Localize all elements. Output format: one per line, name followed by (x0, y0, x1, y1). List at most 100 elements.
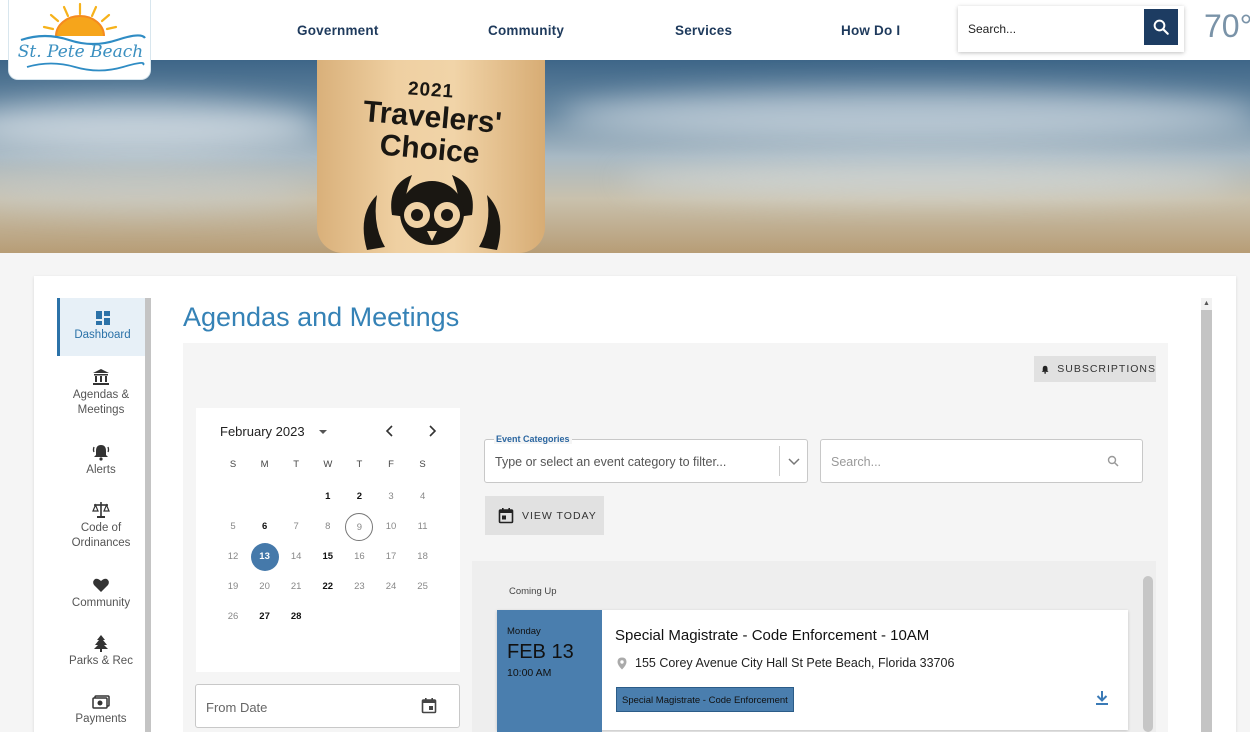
event-category-field (484, 439, 808, 483)
calendar-today-icon (498, 508, 514, 524)
weather-temperature: 70° (1204, 8, 1250, 44)
events-section-label: Coming Up (509, 586, 557, 597)
download-icon[interactable] (1094, 690, 1110, 706)
sidebar-item-dashboard[interactable]: Dashboard (57, 298, 145, 356)
calendar-day[interactable]: 28 (282, 603, 310, 631)
sun-logo-icon (20, 2, 146, 72)
calendar-day[interactable]: 16 (345, 543, 373, 571)
scroll-up-arrow-icon[interactable]: ▲ (1201, 298, 1212, 310)
site-search (958, 6, 1184, 52)
event-search-input[interactable] (831, 451, 1091, 473)
sidebar-item-payments[interactable]: Payments (57, 694, 145, 727)
calendar-day[interactable]: 21 (282, 573, 310, 601)
chevron-left-icon (385, 425, 393, 437)
sidebar-item-code-of-ordinances[interactable]: Code of Ordinances (57, 501, 145, 551)
calendar-day[interactable]: 12 (219, 543, 247, 571)
calendar-weekday: T (356, 459, 363, 470)
calendar-day[interactable]: 22 (314, 573, 342, 601)
calendar-weekday: W (323, 459, 333, 470)
calendar-day[interactable]: 11 (409, 513, 437, 541)
calendar-day[interactable]: 27 (251, 603, 279, 631)
event-date-block: Monday FEB 13 10:00 AM (497, 610, 602, 732)
calendar-day[interactable]: 25 (409, 573, 437, 601)
nav-government[interactable]: Government (297, 0, 379, 60)
calendar-day[interactable]: 7 (282, 513, 310, 541)
calendar-day[interactable]: 14 (282, 543, 310, 571)
calendar-day[interactable]: 24 (377, 573, 405, 601)
map-pin-icon (617, 657, 627, 669)
travelers-choice-paddle: 2021 Travelers' Choice (317, 60, 545, 253)
event-category-tag[interactable]: Special Magistrate - Code Enforcement (616, 687, 794, 712)
event-title[interactable]: Special Magistrate - Code Enforcement - … (615, 627, 929, 644)
calendar-day[interactable]: 5 (219, 513, 247, 541)
hero-wave (0, 100, 320, 150)
calendar-day[interactable]: 17 (377, 543, 405, 571)
view-today-button[interactable]: VIEW TODAY (485, 496, 604, 535)
calendar-day[interactable]: 4 (409, 483, 437, 511)
tree-icon (94, 635, 108, 652)
hero-wave (560, 90, 1250, 140)
calendar-day[interactable]: 1 (314, 483, 342, 511)
bell-alert-icon (92, 445, 110, 461)
calendar-day[interactable]: 3 (377, 483, 405, 511)
events-scrollbar[interactable] (1143, 576, 1153, 732)
calendar-day[interactable]: 20 (251, 573, 279, 601)
chevron-right-icon (429, 425, 437, 437)
calendar-day[interactable]: 10 (377, 513, 405, 541)
calendar-next-button[interactable] (427, 424, 437, 442)
sidebar-item-agendas-meetings[interactable]: Agendas & Meetings (57, 368, 145, 418)
calendar-icon[interactable] (421, 697, 437, 714)
event-category-input[interactable] (495, 451, 775, 473)
calendar-prev-button[interactable] (385, 424, 395, 442)
calendar-day[interactable]: 13 (250, 543, 279, 571)
site-search-input[interactable] (968, 18, 1138, 40)
event-category-label: Event Categories (494, 434, 572, 444)
event-month-day: FEB 13 (507, 641, 574, 663)
event-location-text: 155 Corey Avenue City Hall St Pete Beach… (635, 656, 955, 670)
calendar-day[interactable]: 19 (219, 573, 247, 601)
calendar-weekday: M (260, 459, 269, 470)
hero-banner: 2021 Travelers' Choice (0, 60, 1250, 253)
nav-how-do-i[interactable]: How Do I (841, 0, 900, 60)
event-location: 155 Corey Avenue City Hall St Pete Beach… (617, 656, 954, 670)
field-divider (779, 446, 780, 476)
page-scrollbar[interactable] (1201, 300, 1212, 732)
sidebar-item-community[interactable]: Community (57, 576, 145, 611)
hero-wave (0, 170, 310, 210)
sidebar-item-alerts[interactable]: Alerts (57, 443, 145, 478)
site-search-button[interactable] (1144, 9, 1178, 45)
bell-icon (1041, 365, 1049, 374)
calendar-weekday: T (293, 459, 300, 470)
bank-icon (93, 369, 109, 385)
calendar-day[interactable]: 15 (314, 543, 342, 571)
subscriptions-button[interactable]: SUBSCRIPTIONS (1034, 356, 1156, 382)
event-time: 10:00 AM (507, 667, 552, 679)
event-search-field (820, 439, 1143, 483)
dashboard-icon (95, 311, 110, 325)
calendar-day[interactable]: 18 (409, 543, 437, 571)
owl-logo-icon (363, 175, 501, 250)
nav-community[interactable]: Community (488, 0, 564, 60)
logo-text: St. Pete Beach (17, 42, 144, 62)
calendar-day[interactable]: 2 (345, 483, 373, 511)
calendar-day[interactable]: 26 (219, 603, 247, 631)
nav-services[interactable]: Services (675, 0, 732, 60)
calendar-weekday: S (419, 459, 426, 470)
calendar-day[interactable]: 8 (314, 513, 342, 541)
site-header: Government Community Services How Do I 7… (0, 0, 1250, 60)
sidebar-item-parks-rec[interactable]: Parks & Rec (57, 634, 145, 669)
search-icon (1107, 455, 1119, 467)
calendar-day[interactable]: 23 (345, 573, 373, 601)
heart-hand-icon (93, 578, 109, 592)
chevron-down-icon[interactable] (787, 454, 801, 468)
money-icon (92, 695, 110, 709)
sidebar-scrollbar[interactable] (145, 298, 151, 732)
from-date-input[interactable] (206, 696, 406, 718)
caret-down-icon (318, 429, 327, 434)
calendar-weekday: S (229, 459, 237, 470)
search-icon (1153, 19, 1169, 35)
site-logo[interactable]: St. Pete Beach (8, 0, 151, 80)
calendar-weekday: F (388, 459, 394, 470)
calendar-month-select[interactable]: February 2023 (220, 424, 328, 439)
calendar-day[interactable]: 6 (251, 513, 279, 541)
